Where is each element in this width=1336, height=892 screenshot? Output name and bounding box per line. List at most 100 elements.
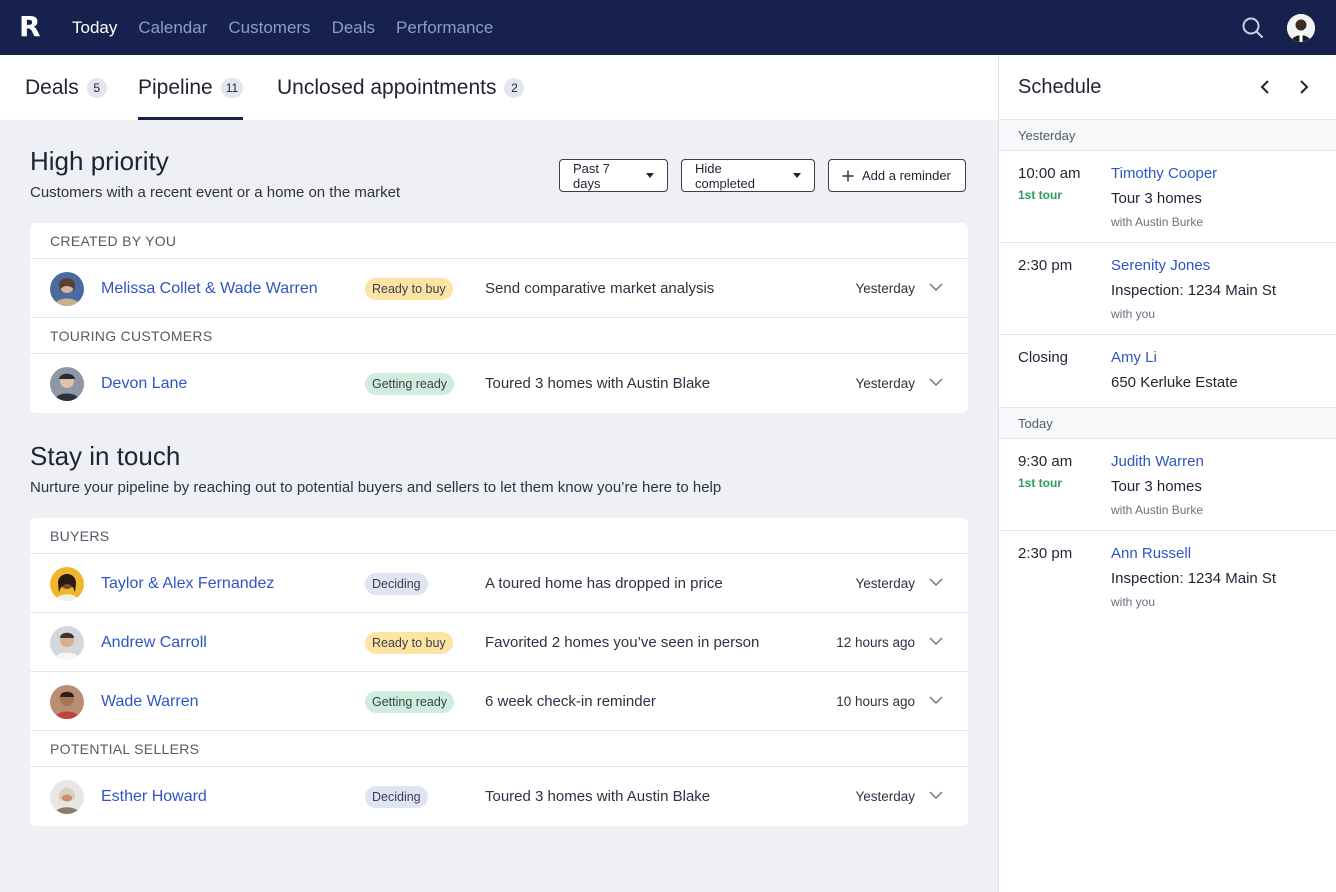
row-description: Toured 3 homes with Austin Blake xyxy=(485,375,711,392)
schedule-event[interactable]: Closing Amy Li 650 Kerluke Estate xyxy=(999,335,1336,408)
add-reminder-label: Add a reminder xyxy=(862,168,951,183)
high-priority-title: High priority xyxy=(30,146,169,176)
customer-name-link[interactable]: Melissa Collet & Wade Warren xyxy=(101,259,318,318)
event-tag: 1st tour xyxy=(1018,476,1063,490)
event-description: Tour 3 homes xyxy=(1111,190,1202,207)
plus-icon xyxy=(842,170,854,181)
avatar xyxy=(50,272,84,306)
row-timestamp: Yesterday xyxy=(855,376,915,391)
nav-item-today[interactable]: Today xyxy=(72,18,117,38)
schedule-event[interactable]: 10:00 am 1st tour Timothy Cooper Tour 3 … xyxy=(999,151,1336,243)
group-label: BUYERS xyxy=(30,518,968,554)
tab-unclosed-appointments[interactable]: Unclosed appointments 2 xyxy=(277,55,525,120)
event-time: 2:30 pm xyxy=(1018,545,1073,562)
schedule-event[interactable]: 2:30 pm Serenity Jones Inspection: 1234 … xyxy=(999,243,1336,335)
row-description: Favorited 2 homes you’ve seen in person xyxy=(485,634,760,651)
main-panel: Deals 5 Pipeline 11 Unclosed appointment… xyxy=(0,55,998,892)
completed-filter-label: Hide completed xyxy=(695,160,755,191)
schedule-event[interactable]: 9:30 am 1st tour Judith Warren Tour 3 ho… xyxy=(999,439,1336,531)
customer-name-link[interactable]: Devon Lane xyxy=(101,354,187,413)
list-item[interactable]: Devon Lane Getting ready Toured 3 homes … xyxy=(30,354,968,413)
chevron-right-icon[interactable] xyxy=(1296,79,1312,95)
avatar xyxy=(50,780,84,814)
status-badge: Ready to buy xyxy=(365,278,453,300)
group-label: POTENTIAL SELLERS xyxy=(30,731,968,767)
list-item[interactable]: Taylor & Alex Fernandez Deciding A toure… xyxy=(30,554,968,613)
customer-name-link[interactable]: Taylor & Alex Fernandez xyxy=(101,554,274,613)
list-item[interactable]: Wade Warren Getting ready 6 week check-i… xyxy=(30,672,968,731)
stay-in-touch-title: Stay in touch xyxy=(30,441,181,471)
tab-label: Pipeline xyxy=(138,75,213,99)
chevron-down-icon[interactable] xyxy=(929,377,943,387)
row-description: 6 week check-in reminder xyxy=(485,693,656,710)
event-with: with you xyxy=(1111,595,1156,609)
event-with: with Austin Burke xyxy=(1111,503,1204,517)
event-customer-link[interactable]: Ann Russell xyxy=(1111,545,1191,562)
chevron-down-icon[interactable] xyxy=(929,695,943,705)
row-timestamp: 10 hours ago xyxy=(836,694,915,709)
status-badge: Deciding xyxy=(365,786,428,808)
group-label: TOURING CUSTOMERS xyxy=(30,318,968,354)
event-description: Inspection: 1234 Main St xyxy=(1111,282,1277,299)
event-time: 2:30 pm xyxy=(1018,257,1073,274)
high-priority-card: CREATED BY YOU Melissa Collet & Wade War… xyxy=(30,223,968,413)
status-badge: Getting ready xyxy=(365,373,455,395)
list-item[interactable]: Melissa Collet & Wade Warren Ready to bu… xyxy=(30,259,968,318)
event-description: 650 Kerluke Estate xyxy=(1111,374,1238,391)
tab-count-badge: 2 xyxy=(504,77,525,98)
customer-name-link[interactable]: Wade Warren xyxy=(101,672,199,731)
nav-links: Today Calendar Customers Deals Performan… xyxy=(72,0,493,55)
tab-label: Deals xyxy=(25,75,79,99)
status-badge: Ready to buy xyxy=(365,632,453,654)
nav-item-customers[interactable]: Customers xyxy=(228,18,310,38)
schedule-event[interactable]: 2:30 pm Ann Russell Inspection: 1234 Mai… xyxy=(999,531,1336,623)
chevron-left-icon[interactable] xyxy=(1257,79,1273,95)
status-badge: Deciding xyxy=(365,573,428,595)
event-with: with Austin Burke xyxy=(1111,215,1204,229)
event-tag: 1st tour xyxy=(1018,188,1063,202)
nav-item-deals[interactable]: Deals xyxy=(332,18,375,38)
tab-pipeline[interactable]: Pipeline 11 xyxy=(138,55,244,120)
event-time: 9:30 am xyxy=(1018,453,1073,470)
period-filter-dropdown[interactable]: Past 7 days xyxy=(559,159,668,192)
event-customer-link[interactable]: Timothy Cooper xyxy=(1111,165,1217,182)
chevron-down-icon[interactable] xyxy=(929,282,943,292)
tab-deals[interactable]: Deals 5 xyxy=(25,55,107,120)
caret-down-icon xyxy=(646,173,654,178)
stay-in-touch-subtitle: Nurture your pipeline by reaching out to… xyxy=(30,479,722,496)
event-description: Tour 3 homes xyxy=(1111,478,1202,495)
row-timestamp: Yesterday xyxy=(855,281,915,296)
group-label: CREATED BY YOU xyxy=(30,223,968,259)
list-item[interactable]: Andrew Carroll Ready to buy Favorited 2 … xyxy=(30,613,968,672)
schedule-header: Schedule xyxy=(999,55,1336,120)
event-customer-link[interactable]: Amy Li xyxy=(1111,349,1157,366)
tab-count-badge: 11 xyxy=(220,77,244,98)
row-timestamp: 12 hours ago xyxy=(836,635,915,650)
list-item[interactable]: Esther Howard Deciding Toured 3 homes wi… xyxy=(30,767,968,826)
tab-bar: Deals 5 Pipeline 11 Unclosed appointment… xyxy=(0,55,998,120)
app-logo[interactable]: R xyxy=(19,13,41,41)
nav-item-calendar[interactable]: Calendar xyxy=(138,18,207,38)
event-customer-link[interactable]: Serenity Jones xyxy=(1111,257,1210,274)
row-timestamp: Yesterday xyxy=(855,576,915,591)
row-description: A toured home has dropped in price xyxy=(485,575,723,592)
event-time: 10:00 am xyxy=(1018,165,1081,182)
customer-name-link[interactable]: Esther Howard xyxy=(101,767,207,826)
chevron-down-icon[interactable] xyxy=(929,577,943,587)
period-filter-label: Past 7 days xyxy=(573,160,610,191)
user-avatar[interactable] xyxy=(1287,14,1315,42)
high-priority-subtitle: Customers with a recent event or a home … xyxy=(30,184,401,201)
completed-filter-dropdown[interactable]: Hide completed xyxy=(681,159,815,192)
chevron-down-icon[interactable] xyxy=(929,636,943,646)
schedule-title: Schedule xyxy=(1018,76,1102,98)
avatar xyxy=(50,685,84,719)
chevron-down-icon[interactable] xyxy=(929,790,943,800)
event-customer-link[interactable]: Judith Warren xyxy=(1111,453,1204,470)
customer-name-link[interactable]: Andrew Carroll xyxy=(101,613,207,672)
add-reminder-button[interactable]: Add a reminder xyxy=(828,159,966,192)
row-timestamp: Yesterday xyxy=(855,789,915,804)
nav-item-performance[interactable]: Performance xyxy=(396,18,493,38)
search-icon[interactable] xyxy=(1241,16,1265,40)
top-nav: R Today Calendar Customers Deals Perform… xyxy=(0,0,1336,55)
tab-count-badge: 5 xyxy=(86,77,107,98)
